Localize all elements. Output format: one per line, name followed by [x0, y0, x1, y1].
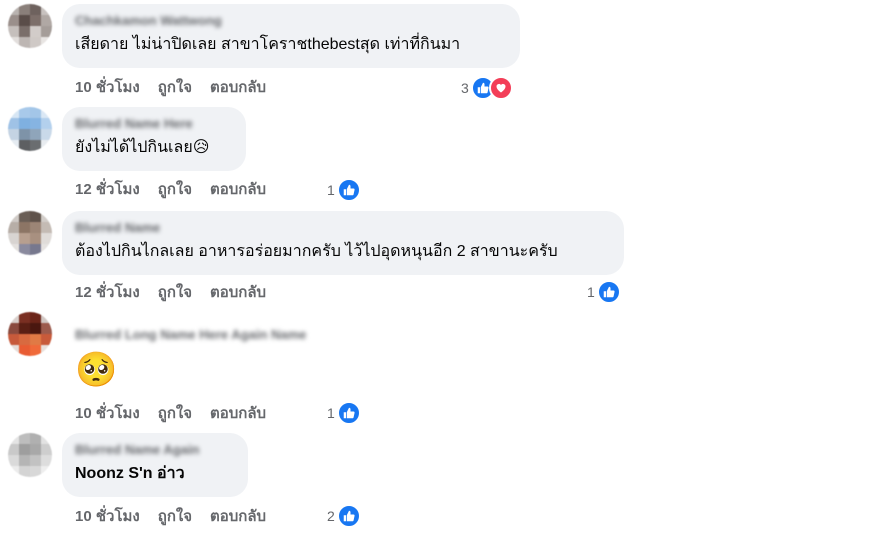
comment-text: 🥺 — [75, 351, 118, 389]
avatar[interactable] — [8, 107, 52, 151]
comment-text: ยังไม่ได้ไปกินเลย😥 — [75, 139, 210, 156]
avatar[interactable] — [8, 433, 52, 477]
reaction-summary[interactable]: 3 — [461, 76, 513, 100]
comment-text[interactable]: Noonz S'n อ่าว — [75, 463, 235, 485]
like-button[interactable]: ถูกใจ — [158, 180, 192, 200]
comment-time[interactable]: 10 ชั่วโมง — [75, 404, 140, 424]
love-icon — [488, 76, 513, 100]
comment-author[interactable]: Blurred Name — [75, 219, 611, 237]
avatar[interactable] — [8, 211, 52, 255]
comment-actions: 12 ชั่วโมง ถูกใจ ตอบกลับ — [75, 283, 284, 303]
like-button[interactable]: ถูกใจ — [158, 507, 192, 527]
reply-button[interactable]: ตอบกลับ — [210, 180, 266, 200]
comment-author[interactable]: Blurred Name Again — [75, 441, 235, 459]
comment-time[interactable]: 12 ชั่วโมง — [75, 283, 140, 303]
comment-author[interactable]: Chachkamon Wattwong — [75, 12, 507, 30]
comment-actions: 10 ชั่วโมง ถูกใจ ตอบกลับ — [75, 78, 284, 98]
comment-time[interactable]: 10 ชั่วโมง — [75, 507, 140, 527]
reaction-summary[interactable]: 2 — [327, 504, 361, 528]
comment-actions: 10 ชั่วโมง ถูกใจ ตอบกลับ — [75, 507, 284, 527]
comment-time[interactable]: 12 ชั่วโมง — [75, 180, 140, 200]
reaction-count: 1 — [587, 284, 595, 300]
comment-text: ต้องไปกินไกลเลย อาหารอร่อยมากครับ ไว้ไปอ… — [75, 243, 558, 260]
comment-author[interactable]: Blurred Long Name Here Again Name — [75, 326, 330, 344]
comment-bubble: Chachkamon Wattwong เสียดาย ไม่น่าปิดเลย… — [62, 4, 520, 68]
like-icon — [336, 504, 361, 528]
reply-button[interactable]: ตอบกลับ — [210, 507, 266, 527]
avatar[interactable] — [8, 4, 52, 48]
like-icon — [596, 280, 621, 304]
reaction-count: 2 — [327, 508, 335, 524]
reply-button[interactable]: ตอบกลับ — [210, 283, 266, 303]
reaction-count: 1 — [327, 405, 335, 421]
reaction-summary[interactable]: 1 — [327, 178, 361, 202]
avatar[interactable] — [8, 312, 52, 356]
reply-button[interactable]: ตอบกลับ — [210, 404, 266, 424]
comment-actions: 12 ชั่วโมง ถูกใจ ตอบกลับ — [75, 180, 284, 200]
like-button[interactable]: ถูกใจ — [158, 78, 192, 98]
comment-author[interactable]: Blurred Name Here — [75, 115, 233, 133]
reaction-summary[interactable]: 1 — [327, 401, 361, 425]
like-icon — [336, 401, 361, 425]
reply-button[interactable]: ตอบกลับ — [210, 78, 266, 98]
comment-actions: 10 ชั่วโมง ถูกใจ ตอบกลับ — [75, 404, 284, 424]
comment-bubble: Blurred Name Again Noonz S'n อ่าว — [62, 433, 248, 497]
like-button[interactable]: ถูกใจ — [158, 404, 192, 424]
comment-bubble: Blurred Name ต้องไปกินไกลเลย อาหารอร่อยม… — [62, 211, 624, 275]
comment-bubble: Blurred Name Here ยังไม่ได้ไปกินเลย😥 — [62, 107, 246, 171]
comment-time[interactable]: 10 ชั่วโมง — [75, 78, 140, 98]
reaction-summary[interactable]: 1 — [587, 280, 621, 304]
like-icon — [336, 178, 361, 202]
reaction-count: 1 — [327, 182, 335, 198]
comment-text: เสียดาย ไม่น่าปิดเลย สาขาโคราชthebestสุด… — [75, 36, 461, 53]
like-button[interactable]: ถูกใจ — [158, 283, 192, 303]
reaction-count: 3 — [461, 80, 469, 96]
